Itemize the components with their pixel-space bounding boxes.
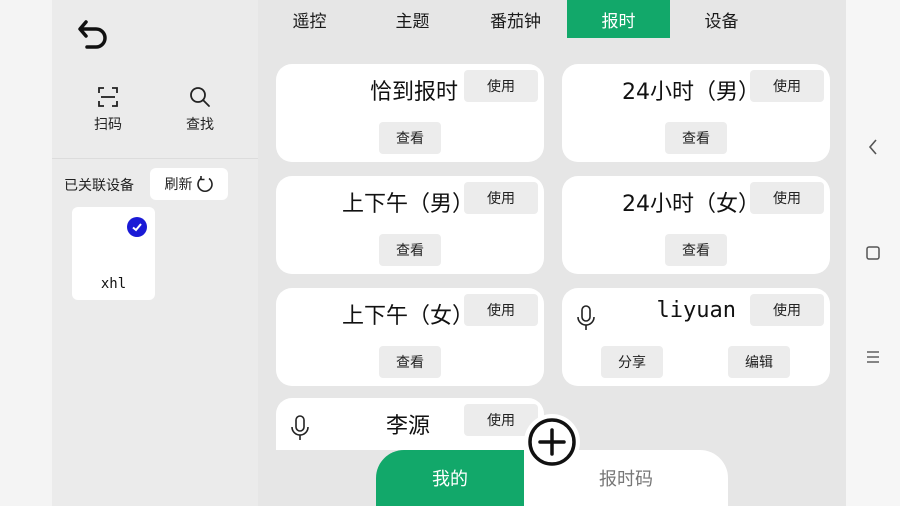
main-panel: 遥控 主题 番茄钟 报时 设备 恰到报时 使用 查看 24小时（男） 使用 查看… (258, 0, 846, 506)
tab-device[interactable]: 设备 (670, 0, 773, 38)
search-icon (190, 87, 210, 107)
refresh-icon (196, 176, 213, 192)
menu-icon (867, 351, 879, 363)
card-title: 24小时（男） (622, 80, 760, 105)
tab-pomodoro[interactable]: 番茄钟 (464, 0, 567, 38)
tab-mine[interactable]: 我的 (376, 450, 524, 506)
chime-card: 24小时（女） 使用 查看 (562, 176, 830, 274)
back-arrow-icon (78, 20, 107, 49)
custom-chime-card: 李源 使用 (276, 398, 544, 450)
view-button[interactable]: 查看 (665, 122, 727, 154)
chime-card: 24小时（男） 使用 查看 (562, 64, 830, 162)
refresh-button[interactable]: 刷新 (150, 168, 228, 200)
microphone-icon (291, 415, 309, 440)
card-title: liyuan (656, 298, 736, 323)
use-button[interactable]: 使用 (464, 182, 538, 214)
back-button[interactable] (74, 14, 114, 54)
scan-icon (98, 87, 118, 107)
app-root: 扫码 查找 已关联设备 刷新 xhl 遥控 主题 番茄钟 报时 设备 恰到报时 … (0, 0, 900, 506)
use-button[interactable]: 使用 (464, 294, 538, 326)
tab-remote[interactable]: 遥控 (258, 0, 361, 38)
view-button[interactable]: 查看 (379, 234, 441, 266)
device-name: xhl (100, 276, 127, 292)
chime-card: 上下午（女） 使用 查看 (276, 288, 544, 386)
card-title: 24小时（女） (622, 192, 760, 217)
scan-label: 扫码 (94, 117, 122, 133)
nav-menu-button[interactable] (864, 348, 882, 366)
share-button[interactable]: 分享 (601, 346, 663, 378)
plus-circle-icon (528, 418, 576, 466)
card-title: 恰到报时 (369, 80, 458, 105)
selected-check-icon (127, 217, 147, 237)
top-tabs: 遥控 主题 番茄钟 报时 设备 (258, 0, 846, 38)
view-button[interactable]: 查看 (665, 234, 727, 266)
square-icon (866, 246, 880, 260)
use-button[interactable]: 使用 (464, 70, 538, 102)
find-label: 查找 (186, 117, 214, 133)
chime-card: 上下午（男） 使用 查看 (276, 176, 544, 274)
chevron-left-icon (868, 139, 877, 155)
chime-card: 恰到报时 使用 查看 (276, 64, 544, 162)
use-button[interactable]: 使用 (750, 294, 824, 326)
refresh-label: 刷新 (164, 177, 193, 193)
use-button[interactable]: 使用 (750, 182, 824, 214)
card-title: 李源 (386, 414, 431, 439)
system-nav-bar (846, 0, 900, 506)
edit-button[interactable]: 编辑 (728, 346, 790, 378)
find-button[interactable]: 查找 (170, 84, 230, 134)
device-card[interactable]: xhl (72, 207, 155, 300)
microphone-icon (577, 305, 595, 330)
scan-button[interactable]: 扫码 (78, 84, 138, 134)
card-title: 上下午（男） (341, 192, 474, 217)
view-button[interactable]: 查看 (379, 122, 441, 154)
tab-theme[interactable]: 主题 (361, 0, 464, 38)
view-button[interactable]: 查看 (379, 346, 441, 378)
sidebar-divider (52, 158, 258, 159)
card-title: 上下午（女） (341, 304, 474, 329)
nav-back-button[interactable] (864, 138, 882, 156)
nav-home-button[interactable] (864, 244, 882, 262)
custom-chime-card: liyuan 使用 分享 编辑 (562, 288, 830, 386)
linked-devices-label: 已关联设备 (64, 178, 134, 194)
left-margin (0, 0, 52, 506)
tab-chime[interactable]: 报时 (567, 0, 670, 38)
add-button[interactable] (524, 414, 580, 470)
sidebar: 扫码 查找 已关联设备 刷新 xhl (52, 0, 258, 506)
use-button[interactable]: 使用 (750, 70, 824, 102)
